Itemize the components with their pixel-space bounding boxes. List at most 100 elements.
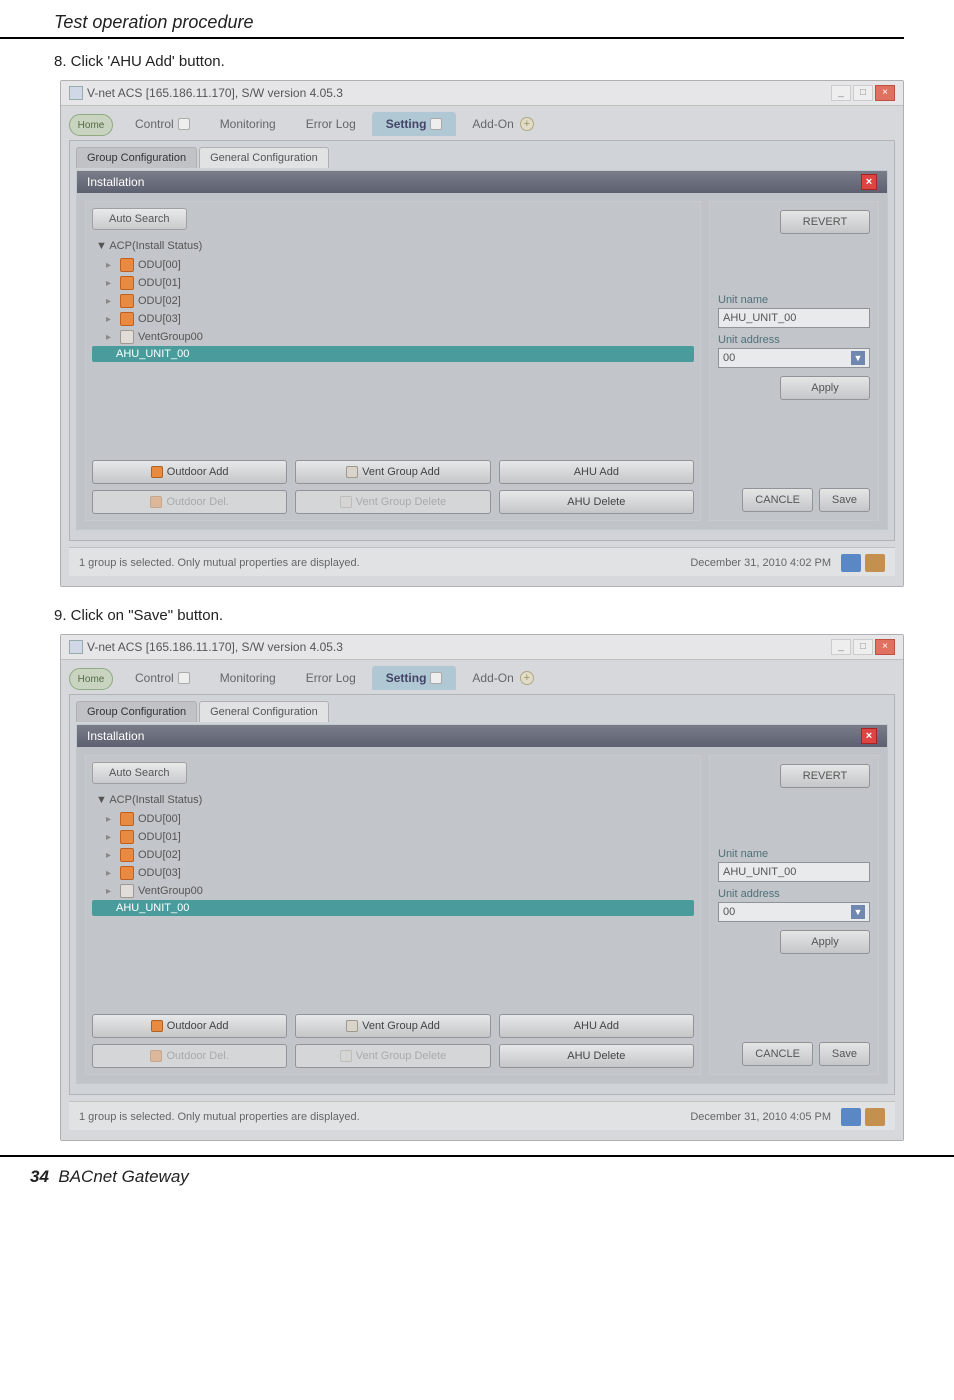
- apply-button[interactable]: Apply: [780, 376, 870, 400]
- app-window-1: V-net ACS [165.186.11.170], S/W version …: [60, 80, 904, 587]
- tree-item-odu02[interactable]: ▸ODU[02]: [92, 846, 694, 864]
- odu-icon: [120, 812, 134, 826]
- tab-errorlog[interactable]: Error Log: [292, 666, 370, 690]
- tab-addon[interactable]: Add-On+: [458, 112, 547, 136]
- revert-button[interactable]: REVERT: [780, 210, 870, 234]
- panel-close-icon[interactable]: ×: [861, 174, 877, 190]
- tab-setting[interactable]: Setting: [372, 112, 457, 136]
- cancle-button[interactable]: CANCLE: [742, 488, 813, 512]
- cancle-button[interactable]: CANCLE: [742, 1042, 813, 1066]
- app-icon: [69, 640, 83, 654]
- select-value: 00: [723, 352, 735, 364]
- tab-setting[interactable]: Setting: [372, 666, 457, 690]
- btn-label: Outdoor Add: [167, 1020, 229, 1032]
- auto-search-button[interactable]: Auto Search: [92, 762, 187, 784]
- maximize-button[interactable]: □: [853, 85, 873, 101]
- tab-label: Add-On: [472, 671, 513, 685]
- vent-group-add-button[interactable]: Vent Group Add: [295, 460, 490, 484]
- maximize-button[interactable]: □: [853, 639, 873, 655]
- save-button[interactable]: Save: [819, 488, 870, 512]
- close-button[interactable]: ×: [875, 639, 895, 655]
- tree-root[interactable]: ▼ ACP(Install Status): [92, 792, 694, 808]
- minimize-button[interactable]: _: [831, 639, 851, 655]
- vent-group-delete-button[interactable]: Vent Group Delete: [295, 490, 490, 514]
- ahu-delete-button[interactable]: AHU Delete: [499, 1044, 694, 1068]
- title-bar: V-net ACS [165.186.11.170], S/W version …: [61, 81, 903, 106]
- panel-close-icon[interactable]: ×: [861, 728, 877, 744]
- auto-search-button[interactable]: Auto Search: [92, 208, 187, 230]
- setting-icon: [430, 672, 442, 684]
- unit-name-label: Unit name: [718, 294, 870, 306]
- outdoor-add-button[interactable]: Outdoor Add: [92, 1014, 287, 1038]
- tree-item-odu02[interactable]: ▸ODU[02]: [92, 292, 694, 310]
- tab-monitoring[interactable]: Monitoring: [206, 666, 290, 690]
- home-button[interactable]: Home: [69, 668, 113, 690]
- status-icon-1: [841, 554, 861, 572]
- outdoor-del-button[interactable]: Outdoor Del.: [92, 1044, 287, 1068]
- subtab-group-config[interactable]: Group Configuration: [76, 701, 197, 722]
- minimize-button[interactable]: _: [831, 85, 851, 101]
- btn-label: Vent Group Add: [362, 1020, 440, 1032]
- unit-name-input[interactable]: AHU_UNIT_00: [718, 308, 870, 328]
- tree-item-ahu-unit-00[interactable]: AHU_UNIT_00: [92, 900, 694, 916]
- status-datetime: December 31, 2010 4:05 PM: [690, 1111, 831, 1123]
- vent-group-delete-button[interactable]: Vent Group Delete: [295, 1044, 490, 1068]
- close-button[interactable]: ×: [875, 85, 895, 101]
- subtab-general-config[interactable]: General Configuration: [199, 147, 329, 168]
- tree-item-ventgroup00[interactable]: ▸VentGroup00: [92, 882, 694, 900]
- tab-control[interactable]: Control: [121, 666, 204, 690]
- tree-item-ahu-unit-00[interactable]: AHU_UNIT_00: [92, 346, 694, 362]
- tab-errorlog[interactable]: Error Log: [292, 112, 370, 136]
- status-icon-2: [865, 1108, 885, 1126]
- installation-title: Installation: [87, 729, 144, 743]
- tab-monitoring[interactable]: Monitoring: [206, 112, 290, 136]
- status-icon-1: [841, 1108, 861, 1126]
- tree-root[interactable]: ▼ ACP(Install Status): [92, 238, 694, 254]
- page-number: 34: [30, 1167, 49, 1186]
- tree-item-odu01[interactable]: ▸ODU[01]: [92, 828, 694, 846]
- tree-item-odu00[interactable]: ▸ODU[00]: [92, 810, 694, 828]
- tree-label: AHU_UNIT_00: [116, 348, 189, 360]
- chevron-down-icon: ▼: [851, 351, 865, 365]
- tab-control[interactable]: Control: [121, 112, 204, 136]
- unit-name-input[interactable]: AHU_UNIT_00: [718, 862, 870, 882]
- tree-item-odu03[interactable]: ▸ODU[03]: [92, 310, 694, 328]
- page-footer: 34 BACnet Gateway: [0, 1155, 954, 1201]
- unit-address-select[interactable]: 00▼: [718, 902, 870, 922]
- btn-label: Outdoor Add: [167, 466, 229, 478]
- tree-label: ODU[01]: [138, 277, 181, 289]
- outdoor-del-button[interactable]: Outdoor Del.: [92, 490, 287, 514]
- control-icon: [178, 672, 190, 684]
- expand-icon: ▸: [106, 814, 116, 825]
- odu-icon: [120, 258, 134, 272]
- outdoor-add-button[interactable]: Outdoor Add: [92, 460, 287, 484]
- home-button[interactable]: Home: [69, 114, 113, 136]
- tree-item-odu00[interactable]: ▸ODU[00]: [92, 256, 694, 274]
- odu-icon: [151, 466, 163, 478]
- apply-button[interactable]: Apply: [780, 930, 870, 954]
- tab-label: Control: [135, 671, 174, 685]
- subtab-general-config[interactable]: General Configuration: [199, 701, 329, 722]
- unit-address-select[interactable]: 00 ▼: [718, 348, 870, 368]
- tree-item-odu03[interactable]: ▸ODU[03]: [92, 864, 694, 882]
- status-icon-2: [865, 554, 885, 572]
- ahu-add-button[interactable]: AHU Add: [499, 460, 694, 484]
- ahu-delete-button[interactable]: AHU Delete: [499, 490, 694, 514]
- save-button[interactable]: Save: [819, 1042, 870, 1066]
- revert-button[interactable]: REVERT: [780, 764, 870, 788]
- odu-icon: [120, 848, 134, 862]
- vent-group-add-button[interactable]: Vent Group Add: [295, 1014, 490, 1038]
- tree-label: VentGroup00: [138, 885, 203, 897]
- subtab-group-config[interactable]: Group Configuration: [76, 147, 197, 168]
- window-title: V-net ACS [165.186.11.170], S/W version …: [87, 86, 343, 100]
- unit-address-label: Unit address: [718, 888, 870, 900]
- btn-label: AHU Delete: [567, 496, 625, 508]
- ahu-add-button[interactable]: AHU Add: [499, 1014, 694, 1038]
- page-section-title: Test operation procedure: [0, 0, 904, 39]
- tab-addon[interactable]: Add-On +: [458, 666, 547, 690]
- addon-plus-icon: +: [520, 671, 534, 685]
- tree-item-ventgroup00[interactable]: ▸VentGroup00: [92, 328, 694, 346]
- tree-label: ODU[03]: [138, 313, 181, 325]
- btn-label: AHU Delete: [567, 1050, 625, 1062]
- tree-item-odu01[interactable]: ▸ODU[01]: [92, 274, 694, 292]
